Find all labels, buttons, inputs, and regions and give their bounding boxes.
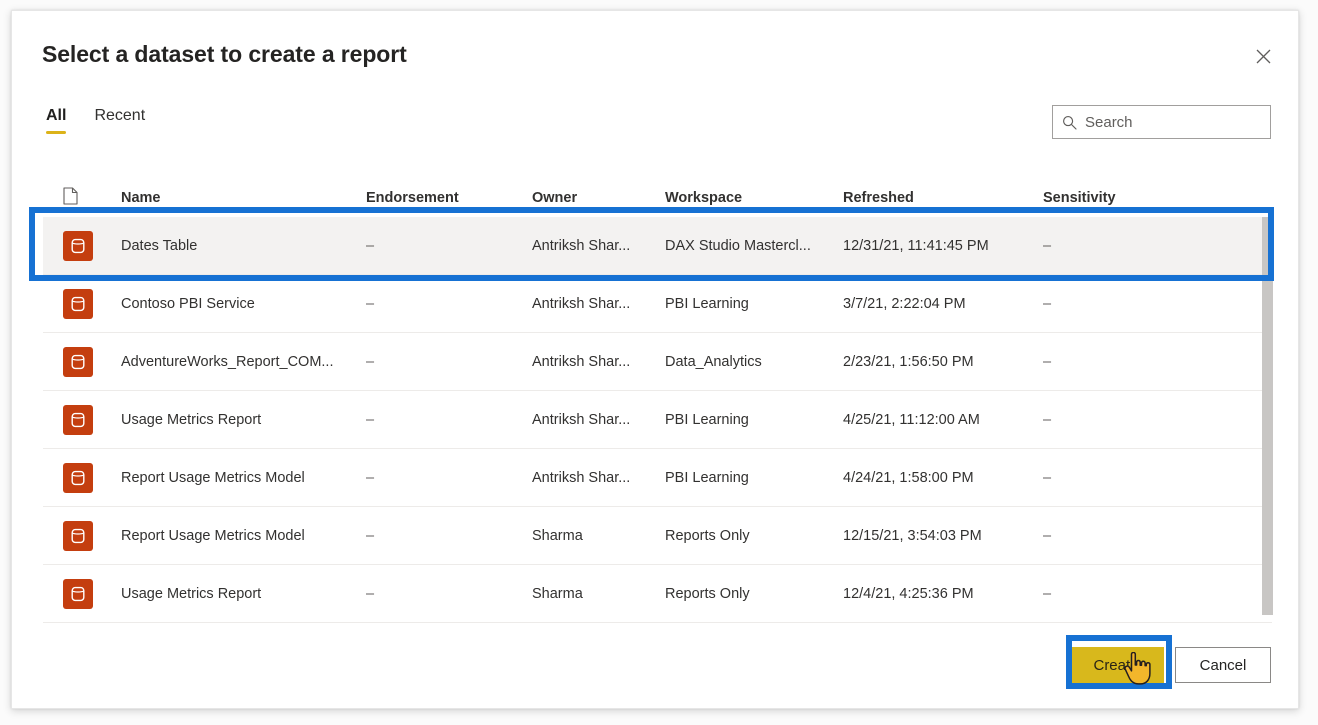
dataset-icon-cell xyxy=(63,578,121,609)
search-input[interactable]: Search xyxy=(1052,105,1271,139)
cell-owner: Antriksh Shar... xyxy=(532,353,631,370)
cell-name: Usage Metrics Report xyxy=(121,411,262,428)
dialog-footer: Create Cancel xyxy=(1068,647,1271,683)
cell-endorsement: – xyxy=(366,237,375,254)
dataset-icon xyxy=(63,346,93,377)
tab-all-label: All xyxy=(46,107,67,124)
cell-workspace: PBI Learning xyxy=(665,295,749,312)
dataset-icon xyxy=(63,288,93,319)
scrollbar-thumb[interactable] xyxy=(1262,217,1273,615)
cell-endorsement: – xyxy=(366,353,375,370)
table-row[interactable]: Report Usage Metrics Model – Sharma Reports… xyxy=(43,507,1272,565)
cell-refreshed: 12/31/21, 11:41:45 PM xyxy=(843,237,989,254)
cell-workspace: PBI Learning xyxy=(665,469,749,486)
file-icon xyxy=(63,187,121,209)
tab-recent-label: Recent xyxy=(94,107,146,124)
cell-sensitivity: – xyxy=(1043,469,1052,486)
table-scrollbar[interactable] xyxy=(1262,217,1273,621)
column-header-sensitivity[interactable]: Sensitivity xyxy=(1043,190,1203,206)
close-icon xyxy=(1256,49,1271,64)
table-row[interactable]: Dates Table – Antriksh Shar... DAX Studio M… xyxy=(43,217,1272,275)
column-header-endorsement[interactable]: Endorsement xyxy=(366,190,532,206)
cell-owner: Antriksh Shar... xyxy=(532,469,631,486)
cell-workspace: Reports Only xyxy=(665,585,750,602)
cell-name: Dates Table xyxy=(121,237,198,254)
column-header-workspace[interactable]: Workspace xyxy=(665,190,843,206)
create-button[interactable]: Create xyxy=(1068,647,1164,683)
cell-owner: Antriksh Shar... xyxy=(532,411,631,428)
cell-owner: Antriksh Shar... xyxy=(532,237,631,254)
dataset-icon-cell xyxy=(63,288,121,319)
table-row[interactable]: AdventureWorks_Report_COM... – Antriksh Sh… xyxy=(43,333,1272,391)
table-header-row: Name Endorsement Owner Workspace Refresh… xyxy=(43,179,1272,217)
column-header-refreshed[interactable]: Refreshed xyxy=(843,190,1043,206)
cell-name: Contoso PBI Service xyxy=(121,295,255,312)
cell-name: Usage Metrics Report xyxy=(121,585,262,602)
table-row[interactable]: Contoso PBI Service – Antriksh Shar... PBI … xyxy=(43,275,1272,333)
cell-sensitivity: – xyxy=(1043,585,1052,602)
cell-endorsement: – xyxy=(366,295,375,312)
dataset-icon-cell xyxy=(63,404,121,435)
cell-refreshed: 2/23/21, 1:56:50 PM xyxy=(843,353,974,370)
dataset-icon-cell xyxy=(63,346,121,377)
dataset-icon xyxy=(63,230,93,261)
dataset-icon-cell xyxy=(63,230,121,261)
cell-workspace: DAX Studio Mastercl... xyxy=(665,237,811,254)
cell-sensitivity: – xyxy=(1043,527,1052,544)
select-dataset-dialog: Select a dataset to create a report All … xyxy=(11,10,1299,709)
column-header-owner[interactable]: Owner xyxy=(532,190,665,206)
dataset-icon-cell xyxy=(63,462,121,493)
table-row[interactable]: Report Usage Metrics Model – Antriksh Shar… xyxy=(43,449,1272,507)
cell-sensitivity: – xyxy=(1043,295,1052,312)
cell-refreshed: 4/24/21, 1:58:00 PM xyxy=(843,469,974,486)
dataset-icon xyxy=(63,520,93,551)
column-header-name[interactable]: Name xyxy=(121,190,366,206)
tab-recent[interactable]: Recent xyxy=(80,103,159,136)
cell-owner: Sharma xyxy=(532,527,583,544)
cell-endorsement: – xyxy=(366,469,375,486)
cell-sensitivity: – xyxy=(1043,411,1052,428)
cell-workspace: PBI Learning xyxy=(665,411,749,428)
cell-sensitivity: – xyxy=(1043,353,1052,370)
dataset-icon xyxy=(63,404,93,435)
table-body: Dates Table – Antriksh Shar... DAX Studio M… xyxy=(43,217,1273,623)
cancel-button[interactable]: Cancel xyxy=(1175,647,1271,683)
cell-name: Report Usage Metrics Model xyxy=(121,469,305,486)
dataset-table: Name Endorsement Owner Workspace Refresh… xyxy=(43,179,1273,624)
cell-endorsement: – xyxy=(366,411,375,428)
screenshot-canvas: Select a dataset to create a report All … xyxy=(0,0,1318,725)
table-row[interactable]: Usage Metrics Report – Sharma Reports Only 1… xyxy=(43,565,1272,623)
search-icon xyxy=(1053,115,1085,130)
cell-refreshed: 12/4/21, 4:25:36 PM xyxy=(843,585,974,602)
cell-workspace: Data_Analytics xyxy=(665,353,762,370)
cell-name: AdventureWorks_Report_COM... xyxy=(121,353,334,370)
cell-workspace: Reports Only xyxy=(665,527,750,544)
page-title: Select a dataset to create a report xyxy=(42,41,407,67)
close-button[interactable] xyxy=(1246,39,1280,73)
cell-sensitivity: – xyxy=(1043,237,1052,254)
tab-all[interactable]: All xyxy=(43,103,80,136)
cell-owner: Antriksh Shar... xyxy=(532,295,631,312)
dataset-icon xyxy=(63,462,93,493)
cell-endorsement: – xyxy=(366,527,375,544)
table-row[interactable]: Usage Metrics Report – Antriksh Shar... PBI… xyxy=(43,391,1272,449)
cell-endorsement: – xyxy=(366,585,375,602)
dataset-icon xyxy=(63,578,93,609)
cell-owner: Sharma xyxy=(532,585,583,602)
dataset-icon-cell xyxy=(63,520,121,551)
search-placeholder: Search xyxy=(1085,113,1133,131)
cell-refreshed: 3/7/21, 2:22:04 PM xyxy=(843,295,966,312)
cell-refreshed: 12/15/21, 3:54:03 PM xyxy=(843,527,982,544)
cell-name: Report Usage Metrics Model xyxy=(121,527,305,544)
cell-refreshed: 4/25/21, 11:12:00 AM xyxy=(843,411,980,428)
dataset-source-tabs: All Recent xyxy=(43,103,159,136)
